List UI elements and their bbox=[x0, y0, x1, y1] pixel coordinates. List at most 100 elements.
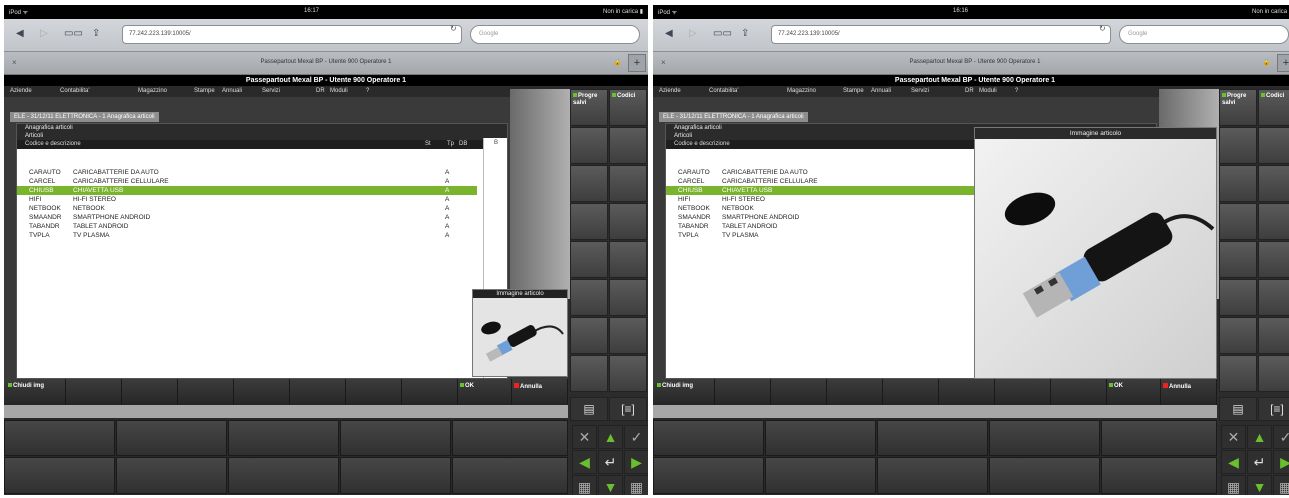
book-icon[interactable]: ▭▭ bbox=[713, 28, 732, 39]
close-img-button[interactable]: Chiudi img bbox=[653, 379, 715, 405]
side-button[interactable] bbox=[570, 317, 608, 354]
side-button[interactable] bbox=[609, 241, 647, 278]
empty-button[interactable] bbox=[290, 379, 346, 405]
share-icon[interactable]: ⇪ bbox=[741, 28, 749, 39]
enter-icon[interactable]: ↵ bbox=[598, 450, 623, 474]
side-button[interactable] bbox=[1258, 279, 1289, 316]
function-key[interactable] bbox=[340, 457, 451, 494]
back-arrow-icon[interactable]: ◀ bbox=[16, 28, 24, 39]
empty-button[interactable] bbox=[827, 379, 883, 405]
close-icon[interactable]: ✕ bbox=[1221, 425, 1246, 449]
down-arrow-icon[interactable]: ▼ bbox=[598, 475, 623, 495]
book-icon[interactable]: ▭▭ bbox=[64, 28, 83, 39]
empty-button[interactable] bbox=[939, 379, 995, 405]
menu-item[interactable]: Magazzino bbox=[787, 88, 816, 94]
url-field[interactable]: 77.242.223.139:10005/ bbox=[122, 25, 462, 44]
down-arrow-icon[interactable]: ▼ bbox=[1247, 475, 1272, 495]
col-tp[interactable]: Tp bbox=[447, 140, 454, 149]
codici-button[interactable]: Codici bbox=[1258, 89, 1289, 126]
side-button[interactable] bbox=[609, 165, 647, 202]
menu-item[interactable]: ? bbox=[1015, 88, 1018, 94]
check-icon[interactable]: ✓ bbox=[1273, 425, 1289, 449]
function-key[interactable] bbox=[452, 457, 568, 494]
right-arrow-icon[interactable]: ▶ bbox=[1273, 450, 1289, 474]
grid-icon[interactable]: ▦ bbox=[1221, 475, 1246, 495]
side-button[interactable] bbox=[570, 203, 608, 240]
empty-button[interactable] bbox=[771, 379, 827, 405]
side-button[interactable] bbox=[570, 279, 608, 316]
function-key[interactable] bbox=[989, 420, 1100, 456]
side-button[interactable] bbox=[570, 127, 608, 164]
side-button[interactable] bbox=[570, 355, 608, 392]
empty-button[interactable] bbox=[122, 379, 178, 405]
progre-saved-button[interactable]: Progre salvi bbox=[570, 89, 608, 126]
function-key[interactable] bbox=[228, 457, 339, 494]
search-field[interactable]: Google bbox=[1119, 25, 1289, 44]
enter-icon[interactable]: ↵ bbox=[1247, 450, 1272, 474]
menu-item[interactable]: DR bbox=[965, 88, 974, 94]
empty-button[interactable] bbox=[234, 379, 290, 405]
menu-item[interactable]: Servizi bbox=[262, 88, 280, 94]
side-button[interactable] bbox=[570, 241, 608, 278]
function-key[interactable] bbox=[765, 420, 876, 456]
function-key[interactable] bbox=[116, 420, 227, 456]
table-row[interactable]: CARAUTO CARICABATTERIE DA AUTO A bbox=[17, 168, 477, 177]
table-row[interactable]: HIFI HI-FI STEREO A bbox=[17, 195, 477, 204]
menu-item[interactable]: Moduli bbox=[330, 88, 348, 94]
menu-item[interactable]: Aziende bbox=[659, 88, 681, 94]
table-row[interactable]: CARCEL CARICABATTERIE CELLULARE A bbox=[17, 177, 477, 186]
menu-item[interactable]: Aziende bbox=[10, 88, 32, 94]
reload-icon[interactable]: ↻ bbox=[450, 24, 457, 33]
image-thumbnail-window[interactable]: Immagine articolo bbox=[472, 289, 568, 377]
image-enlarged-window[interactable]: Immagine articolo bbox=[974, 127, 1217, 379]
up-arrow-icon[interactable]: ▲ bbox=[1247, 425, 1272, 449]
side-button[interactable] bbox=[609, 355, 647, 392]
menu-item[interactable]: Annuali bbox=[871, 88, 891, 94]
form-icon[interactable]: ▤ bbox=[570, 397, 608, 421]
menu-item[interactable]: Annuali bbox=[222, 88, 242, 94]
function-key[interactable] bbox=[4, 457, 115, 494]
side-button[interactable] bbox=[1219, 127, 1257, 164]
progre-saved-button[interactable]: Progre salvi bbox=[1219, 89, 1257, 126]
col-st[interactable]: St bbox=[425, 140, 431, 149]
table-row[interactable]: TVPLA TV PLASMA A bbox=[17, 231, 477, 240]
side-button[interactable] bbox=[1258, 355, 1289, 392]
side-button[interactable] bbox=[570, 165, 608, 202]
forward-arrow-icon[interactable]: ▷ bbox=[689, 28, 697, 39]
close-img-button[interactable]: Chiudi img bbox=[4, 379, 66, 405]
empty-button[interactable] bbox=[346, 379, 402, 405]
menu-item[interactable]: Contabilita' bbox=[709, 88, 739, 94]
function-key[interactable] bbox=[765, 457, 876, 494]
close-icon[interactable]: ✕ bbox=[572, 425, 597, 449]
empty-button[interactable] bbox=[995, 379, 1051, 405]
back-arrow-icon[interactable]: ◀ bbox=[665, 28, 673, 39]
function-key[interactable] bbox=[452, 420, 568, 456]
table-row-selected[interactable]: CHIUSB CHIAVETTA USB A bbox=[17, 186, 477, 195]
menu-item[interactable]: Magazzino bbox=[138, 88, 167, 94]
empty-button[interactable] bbox=[178, 379, 234, 405]
empty-button[interactable] bbox=[883, 379, 939, 405]
up-arrow-icon[interactable]: ▲ bbox=[598, 425, 623, 449]
side-button[interactable] bbox=[1219, 279, 1257, 316]
add-tab-button[interactable]: + bbox=[1277, 54, 1289, 72]
side-button[interactable] bbox=[609, 127, 647, 164]
function-key[interactable] bbox=[877, 420, 988, 456]
search-field[interactable]: Google bbox=[470, 25, 640, 44]
side-button[interactable] bbox=[1219, 241, 1257, 278]
share-icon[interactable]: ⇪ bbox=[92, 28, 100, 39]
menu-item[interactable]: Servizi bbox=[911, 88, 929, 94]
calendar-icon[interactable]: ▦ bbox=[1273, 475, 1289, 495]
zoom-icon[interactable]: [≡] bbox=[1258, 397, 1289, 421]
menu-item[interactable]: Contabilita' bbox=[60, 88, 90, 94]
side-button[interactable] bbox=[1258, 317, 1289, 354]
calendar-icon[interactable]: ▦ bbox=[624, 475, 648, 495]
col-db[interactable]: DB bbox=[459, 140, 467, 149]
menu-item[interactable]: Moduli bbox=[979, 88, 997, 94]
col-code-desc[interactable]: Codice e descrizione bbox=[674, 140, 730, 149]
forward-arrow-icon[interactable]: ▷ bbox=[40, 28, 48, 39]
empty-button[interactable] bbox=[66, 379, 122, 405]
function-key[interactable] bbox=[4, 420, 115, 456]
tab-title[interactable]: Passepartout Mexal BP - Utente 900 Opera… bbox=[653, 59, 1289, 65]
zoom-icon[interactable]: [≡] bbox=[609, 397, 647, 421]
side-button[interactable] bbox=[1219, 165, 1257, 202]
